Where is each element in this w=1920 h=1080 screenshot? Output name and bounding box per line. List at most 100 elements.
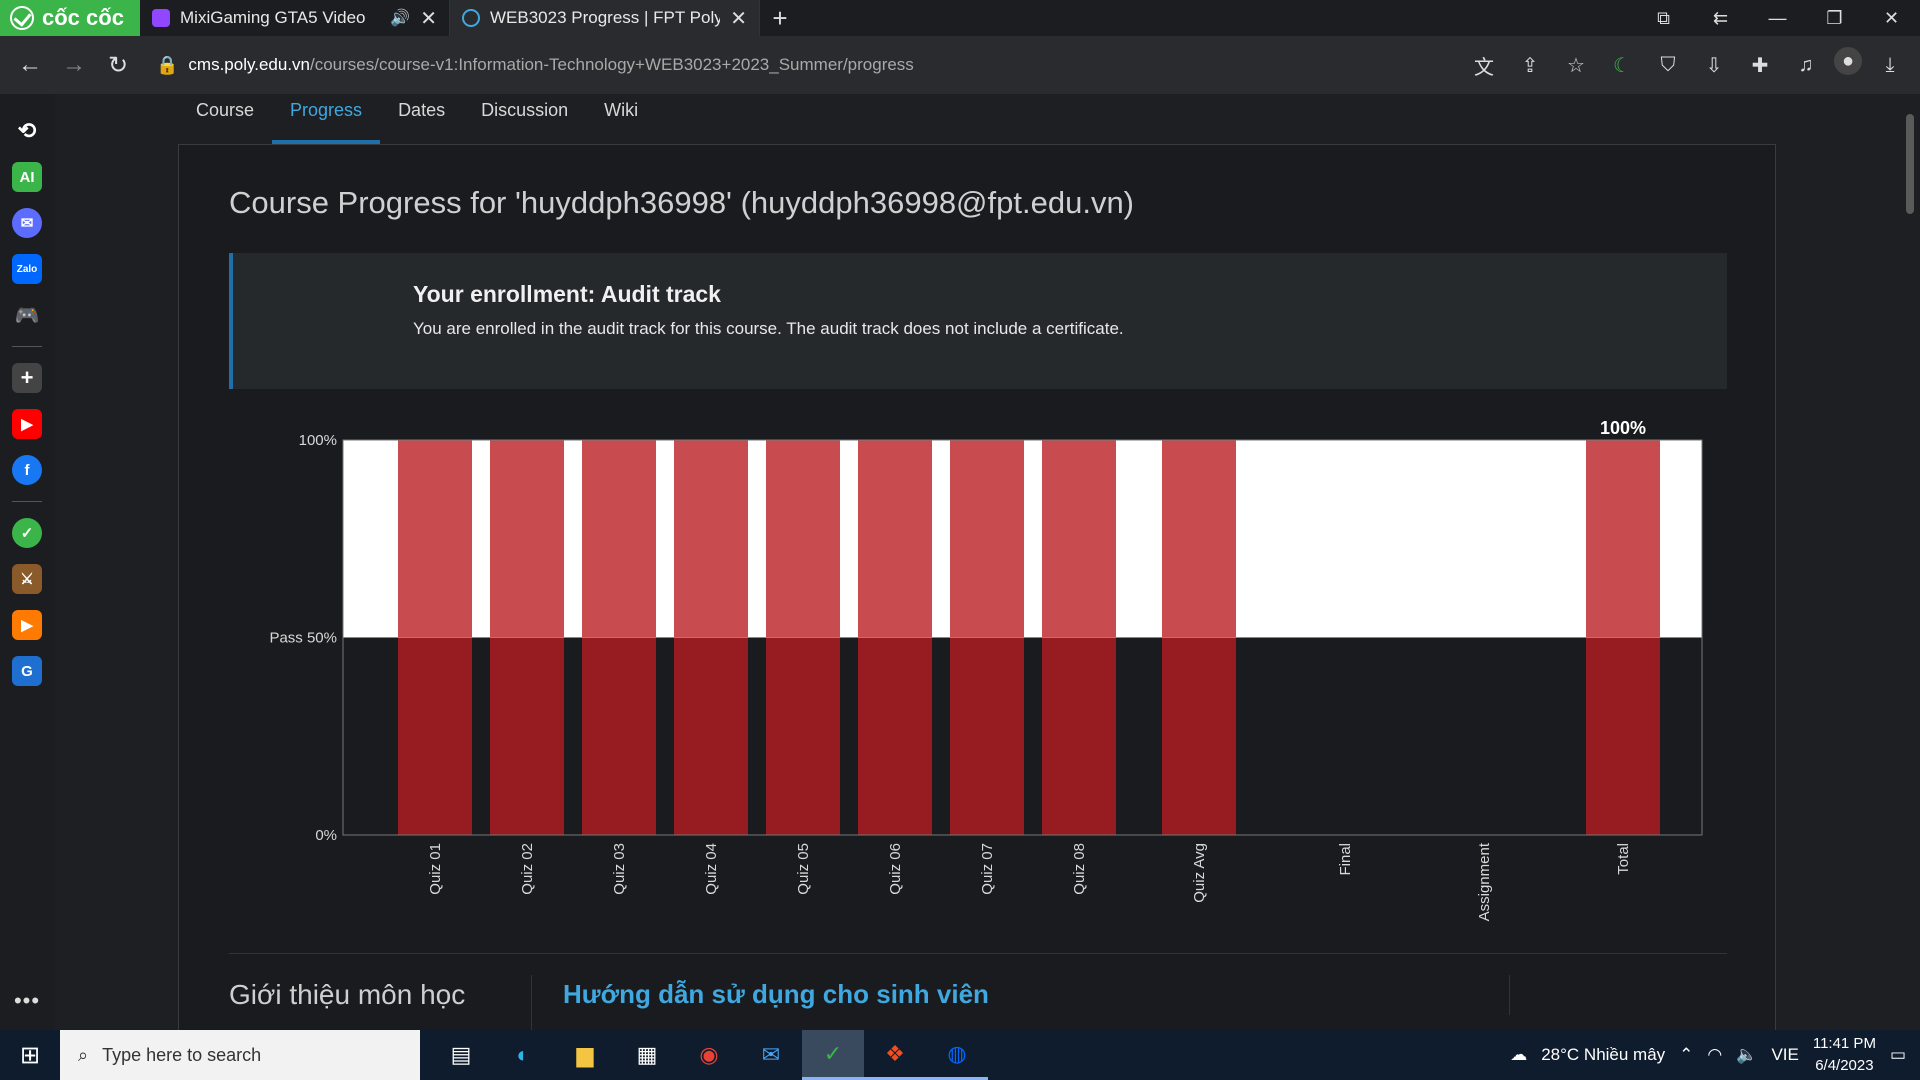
window-controls: ⧉ ⇇ — ❐ ✕ [1635,0,1920,36]
tab-progress[interactable]: Progress [272,94,381,144]
x-tick-label: Quiz 03 [611,843,628,895]
system-tray: ☁ 28°C Nhiều mây ⌃ ◠ 🔈 VIE 11:41 PM 6/4/… [1510,1033,1920,1077]
bookmark-star-icon[interactable]: ☆ [1558,47,1594,83]
game-icon[interactable]: 🎮 [12,300,42,330]
zalo-icon[interactable]: ◍ [926,1030,988,1080]
history-icon[interactable]: ⟲ [12,116,42,146]
total-value-label: 100% [1600,418,1646,438]
tab-discussion[interactable]: Discussion [463,94,586,144]
ai-icon[interactable]: AI [12,162,42,192]
dark-mode-moon-icon[interactable]: ☾ [1604,47,1640,83]
x-tick-label: Quiz 04 [703,843,720,895]
x-tick-label: Quiz 02 [519,843,536,895]
bar-upper-total [1586,440,1660,638]
twitch-favicon-icon [152,9,170,27]
page-content: Course Progress Dates Discussion Wiki Co… [54,94,1900,1030]
translate-icon[interactable]: 文 [1466,47,1502,83]
windows-start-icon[interactable]: ⊞ [0,1030,60,1080]
file-explorer-icon[interactable]: ▆ [554,1030,616,1080]
x-tick-label: Quiz 07 [979,843,996,895]
enrollment-text: You are enrolled in the audit track for … [413,319,1124,338]
grade-chart-svg: Quiz 01 Quiz 02 Quiz 03 Quiz 04 Quiz 05 Quiz … [269,418,1703,921]
mail-icon[interactable]: ✉ [740,1030,802,1080]
restore-icon[interactable]: ❐ [1806,0,1863,36]
coccoc-icon[interactable]: ✓ [802,1030,864,1080]
coccoc-brand[interactable]: cốc cốc [0,0,140,36]
x-tick-label: Assignment [1476,842,1493,921]
notifications-icon[interactable]: ▭ [1890,1045,1906,1065]
downloads-icon[interactable]: ⤓ [1872,47,1908,83]
media-icon[interactable]: ▶ [12,610,42,640]
search-icon: ⌕ [78,1044,89,1065]
back-icon[interactable]: ← [12,47,48,83]
profile-avatar-icon[interactable]: ● [1834,47,1862,75]
close-tab-icon[interactable]: ✕ [730,6,747,31]
music-icon[interactable]: ♫ [1788,47,1824,83]
tab-course[interactable]: Course [178,94,272,144]
browser-titlebar: cốc cốc MixiGaming GTA5 Video 🔊 ✕ WEB302… [0,0,1920,36]
tab-title: WEB3023 Progress | FPT Poly [490,8,721,27]
search-placeholder: Type here to search [102,1044,262,1065]
volume-icon[interactable]: 🔈 [1736,1045,1757,1065]
close-window-icon[interactable]: ✕ [1863,0,1920,36]
bar-upper-quiz-07 [950,440,1024,638]
grammarly-icon[interactable]: G [12,656,42,686]
tab-title: MixiGaming GTA5 Video [180,8,366,27]
enrollment-heading: Your enrollment: Audit track [413,281,721,307]
weather-text[interactable]: 28°C Nhiều mây [1541,1045,1665,1065]
y-tick-label: 0% [315,827,337,844]
edge-icon[interactable]: ◐ [492,1030,554,1080]
bar-lower-quiz-01 [398,637,472,835]
tab-wiki[interactable]: Wiki [586,94,656,144]
clock-date: 6/4/2023 [1815,1057,1874,1074]
wifi-icon[interactable]: ◠ [1707,1045,1722,1065]
intro-heading: Giới thiệu môn học [229,979,466,1010]
windows-taskbar: ⊞ ⌕ Type here to search ▤ ◐ ▆ ▦ ◉ ✉ ✓ ❖ … [0,1030,1920,1080]
store-icon[interactable]: ▦ [616,1030,678,1080]
download-box-icon[interactable]: ⇩ [1696,47,1732,83]
share-icon[interactable]: ⇪ [1512,47,1548,83]
bar-lower-quiz-07 [950,637,1024,835]
weather-icon[interactable]: ☁ [1510,1045,1527,1065]
chrome-icon[interactable]: ◉ [678,1030,740,1080]
bar-upper-quiz-05 [766,440,840,638]
taskbar-apps: ▤ ◐ ▆ ▦ ◉ ✉ ✓ ❖ ◍ [430,1030,988,1080]
bar-lower-quiz-05 [766,637,840,835]
student-guide-link[interactable]: Hướng dẫn sử dụng cho sinh viên [563,979,989,1010]
bar-lower-quiz-08 [1042,637,1116,835]
task-view-icon[interactable]: ▤ [430,1030,492,1080]
x-tick-label: Total [1615,843,1632,875]
add-icon[interactable]: + [12,363,42,393]
y-tick-label: Pass 50% [269,630,337,647]
back-tabs-icon[interactable]: ⇇ [1692,0,1749,36]
extensions-icon[interactable]: ✚ [1742,47,1778,83]
tab-dates[interactable]: Dates [380,94,463,144]
address-bar[interactable]: 🔒 cms.poly.edu.vn/courses/course-v1:Info… [144,45,1438,85]
screen-capture-icon[interactable]: ⧉ [1635,0,1692,36]
chevron-up-icon[interactable]: ⌃ [1679,1045,1693,1065]
reload-icon[interactable]: ↻ [100,47,136,83]
coccoc-app-icon[interactable]: ✓ [12,518,42,548]
browser-sidebar: ⟲ AI ✉ Zalo 🎮 + ▶ f ✓ ⚔ ▶ G ••• [0,94,54,1030]
more-icon[interactable]: ••• [14,988,40,1014]
shield-icon[interactable]: ⛉ [1650,47,1686,83]
game-avatar-icon[interactable]: ⚔ [12,564,42,594]
language-indicator[interactable]: VIE [1771,1045,1798,1065]
clock[interactable]: 11:41 PM 6/4/2023 [1813,1033,1876,1077]
speaker-icon[interactable]: 🔊 [390,8,410,28]
tab-web3023-progress[interactable]: WEB3023 Progress | FPT Poly ✕ [450,0,760,36]
minimize-icon[interactable]: — [1749,0,1806,36]
youtube-icon[interactable]: ▶ [12,409,42,439]
taskbar-search-box[interactable]: ⌕ Type here to search [60,1030,420,1080]
new-tab-button[interactable]: + [760,0,800,36]
bar-lower-quiz-04 [674,637,748,835]
secure-lock-icon[interactable]: 🔒 [156,55,178,76]
zalo-icon[interactable]: Zalo [12,254,42,284]
close-tab-icon[interactable]: ✕ [420,6,437,31]
page-scrollbar[interactable] [1900,94,1920,1030]
tab-mixigaming[interactable]: MixiGaming GTA5 Video 🔊 ✕ [140,0,450,36]
forward-icon[interactable]: → [56,47,92,83]
figma-icon[interactable]: ❖ [864,1030,926,1080]
facebook-icon[interactable]: f [12,455,42,485]
messenger-icon[interactable]: ✉ [12,208,42,238]
